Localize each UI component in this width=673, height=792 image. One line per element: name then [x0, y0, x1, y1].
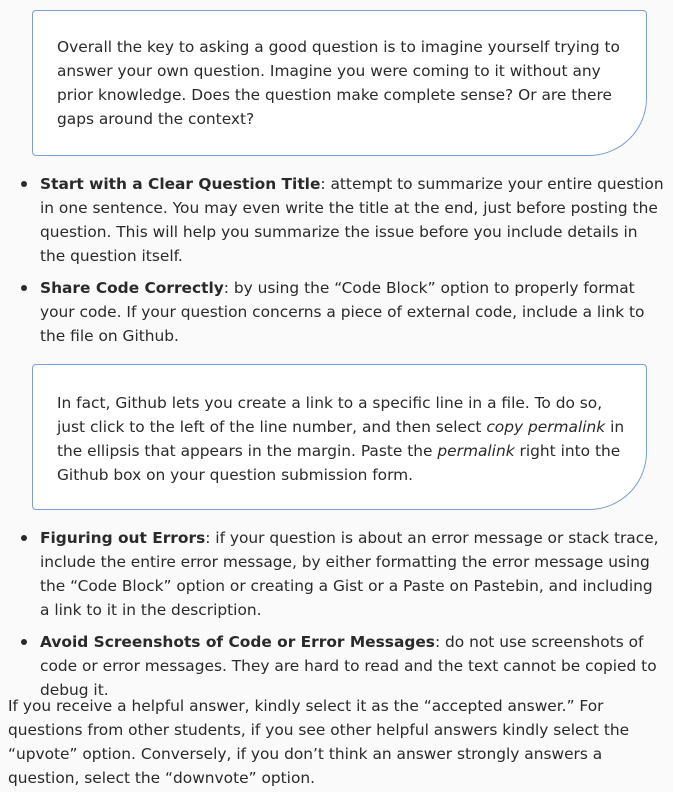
closing-paragraph: If you receive a helpful answer, kindly …: [8, 697, 630, 787]
tip-title: Figuring out Errors: [40, 529, 206, 547]
tip-title: Start with a Clear Question Title: [40, 175, 321, 193]
tip-title: Share Code Correctly: [40, 279, 224, 297]
emphasis-permalink: permalink: [437, 442, 515, 460]
callout-text: Overall the key to asking a good questio…: [57, 38, 620, 128]
callout-box-question-tip: Overall the key to asking a good questio…: [32, 10, 647, 156]
tips-list: Start with a Clear Question Title: attem…: [0, 172, 673, 356]
list-item-clear-title: Start with a Clear Question Title: attem…: [0, 172, 673, 268]
document-page: Overall the key to asking a good questio…: [0, 0, 673, 792]
emphasis-copy-permalink: copy permalink: [486, 418, 606, 436]
list-item-avoid-screenshots: Avoid Screenshots of Code or Error Messa…: [0, 630, 673, 702]
list-item-share-code: Share Code Correctly: by using the “Code…: [0, 276, 673, 348]
callout-box-permalink-tip: In fact, Github lets you create a link t…: [32, 364, 647, 510]
list-item-figuring-errors: Figuring out Errors: if your question is…: [0, 526, 673, 622]
callout-text: In fact, Github lets you create a link t…: [57, 391, 628, 487]
tip-title: Avoid Screenshots of Code or Error Messa…: [40, 633, 435, 651]
tips-list: Figuring out Errors: if your question is…: [0, 526, 673, 710]
